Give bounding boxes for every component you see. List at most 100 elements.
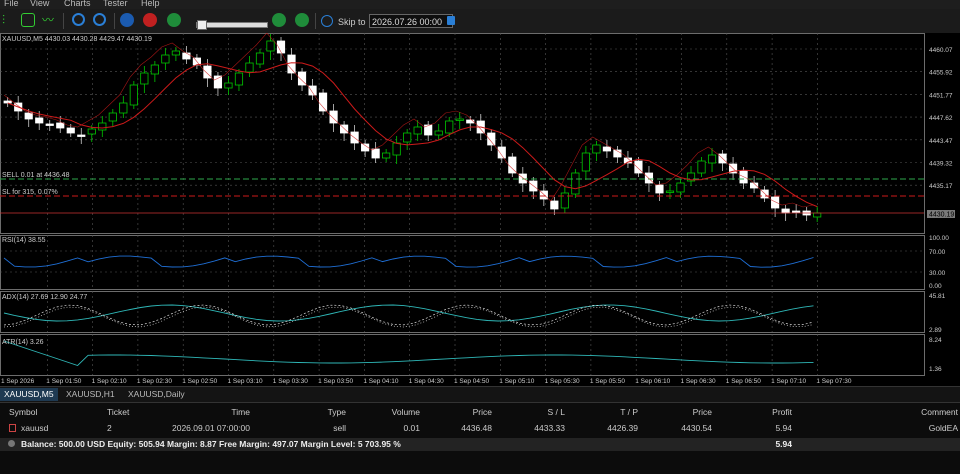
candle-body xyxy=(140,72,149,85)
table-row[interactable]: xauusd 2 2026.09.01 07:00:00 sell 0.01 4… xyxy=(0,423,960,435)
trade-panel: Symbol Ticket Time Type Volume Price S /… xyxy=(0,402,960,474)
cell-sl: 4433.33 xyxy=(534,423,565,433)
fast-forward-icon[interactable] xyxy=(272,13,286,27)
sell-position-icon xyxy=(9,424,16,432)
time-axis-label: 1 Sep 2026 xyxy=(1,378,35,385)
candle-body xyxy=(445,120,454,134)
tab-xauusd-m5[interactable]: XAUUSD,M5 xyxy=(0,388,58,401)
balance-icon xyxy=(8,440,15,447)
adx-tick-label: 45.81 xyxy=(929,293,946,300)
adx-label: ADX(14) 27.69 12.90 24.77 xyxy=(2,294,87,301)
price-tick-label: 4443.47 xyxy=(929,138,953,145)
time-axis-label: 1 Sep 06:10 xyxy=(635,378,670,385)
step-forward-icon[interactable] xyxy=(295,13,309,27)
cell-type: sell xyxy=(333,423,346,433)
candle-body xyxy=(161,54,170,64)
speed-slider-handle[interactable] xyxy=(197,20,207,30)
candle-body xyxy=(3,100,12,104)
trade-table-header: Symbol Ticket Time Type Volume Price S /… xyxy=(0,407,960,419)
price-tick-label: 4447.62 xyxy=(929,115,953,122)
time-axis-label: 1 Sep 07:10 xyxy=(771,378,806,385)
col-time[interactable]: Time xyxy=(170,407,250,417)
candle-body xyxy=(119,102,128,114)
time-axis-label: 1 Sep 07:30 xyxy=(816,378,851,385)
col-price[interactable]: Price xyxy=(440,407,492,417)
balance-summary: Balance: 500.00 USD Equity: 505.94 Margi… xyxy=(21,439,401,449)
stop-icon[interactable] xyxy=(143,13,157,27)
candle-body xyxy=(255,52,265,65)
skip-to-date-input[interactable]: 2026.07.26 00:00 xyxy=(369,14,453,28)
col-ticket[interactable]: Ticket xyxy=(107,407,129,417)
menu-charts[interactable]: Charts xyxy=(64,0,91,8)
time-axis-label: 1 Sep 02:50 xyxy=(182,378,217,385)
rsi-tick-label: 70.00 xyxy=(929,249,946,256)
pause-icon[interactable] xyxy=(120,13,134,27)
col-comment[interactable]: Comment xyxy=(900,407,958,417)
skip-to-label: Skip to xyxy=(338,17,366,27)
col-volume[interactable]: Volume xyxy=(360,407,420,417)
candle-body xyxy=(287,54,296,74)
candles-icon[interactable]: ⫶ xyxy=(2,13,16,27)
candle-body xyxy=(98,122,107,131)
rewind-icon[interactable] xyxy=(167,13,181,27)
candle-body xyxy=(644,172,654,184)
tab-xauusd-h1[interactable]: XAUUSD,H1 xyxy=(62,388,119,401)
menu-help[interactable]: Help xyxy=(141,0,160,8)
candle-body xyxy=(266,40,275,52)
candle-body xyxy=(382,152,391,159)
price-tick-label: 4460.07 xyxy=(929,47,953,54)
candle-body xyxy=(308,85,317,96)
candle-body xyxy=(497,146,506,159)
time-axis-label: 1 Sep 04:10 xyxy=(363,378,398,385)
candle-body xyxy=(581,152,590,172)
candle-body xyxy=(77,134,86,137)
price-tick-label: 4439.32 xyxy=(929,161,953,168)
zoom-out-icon[interactable] xyxy=(93,13,106,26)
candle-body xyxy=(403,132,412,143)
candle-body xyxy=(487,132,496,146)
candle-body xyxy=(24,112,33,120)
col-symbol[interactable]: Symbol xyxy=(9,407,37,417)
sl-line-label: SL for 315, 0.07% xyxy=(2,189,58,196)
candle-body xyxy=(707,154,717,164)
candle-body xyxy=(150,64,159,75)
toolbar: ⫶ 〰 Skip to 2026.07.26 00:00 xyxy=(0,9,960,34)
chart-tabs: XAUUSD,M5 XAUUSD,H1 XAUUSD,Daily xyxy=(0,386,960,402)
chart-area[interactable]: 1 Sep 2026 1 Sep 01:50 1 Sep 02:10 1 Sep 02… xyxy=(0,33,960,385)
col-current-price[interactable]: Price xyxy=(660,407,712,417)
candle-body xyxy=(434,130,443,136)
time-axis-label: 1 Sep 03:30 xyxy=(273,378,308,385)
calendar-icon[interactable] xyxy=(447,16,455,25)
candle-body xyxy=(466,119,475,124)
candle-body xyxy=(665,190,675,193)
balance-total-profit: 5.94 xyxy=(775,439,792,449)
tab-xauusd-daily[interactable]: XAUUSD,Daily xyxy=(124,388,189,401)
cell-profit: 5.94 xyxy=(775,423,792,433)
candle-body xyxy=(213,75,223,89)
zoom-in-icon[interactable] xyxy=(72,13,85,26)
time-axis-label: 1 Sep 02:30 xyxy=(137,378,172,385)
menu-tester[interactable]: Tester xyxy=(103,0,128,8)
candle-body xyxy=(676,182,685,193)
col-profit[interactable]: Profit xyxy=(740,407,792,417)
clock-icon xyxy=(321,15,333,27)
separator xyxy=(63,13,64,29)
line-chart-icon[interactable]: 〰 xyxy=(42,13,56,27)
candle-body xyxy=(318,92,328,112)
menu-bar: File View Charts Tester Help xyxy=(0,0,960,9)
menu-view[interactable]: View xyxy=(30,0,49,8)
bar-chart-icon[interactable] xyxy=(21,13,35,27)
candle-body xyxy=(245,62,254,73)
col-tp[interactable]: T / P xyxy=(583,407,638,417)
candle-body xyxy=(592,144,601,154)
col-type[interactable]: Type xyxy=(300,407,346,417)
separator xyxy=(315,13,316,29)
menu-file[interactable]: File xyxy=(4,0,19,8)
candle-body xyxy=(602,146,611,152)
candle-body xyxy=(813,212,822,218)
symbol-info: XAUUSD,M5 4430.03 4430.28 4429.47 4430.1… xyxy=(2,36,152,43)
price-tick-label: 4451.77 xyxy=(929,92,953,99)
rsi-tick-label: 0.00 xyxy=(929,283,942,290)
candle-body xyxy=(655,184,664,194)
col-sl[interactable]: S / L xyxy=(510,407,565,417)
